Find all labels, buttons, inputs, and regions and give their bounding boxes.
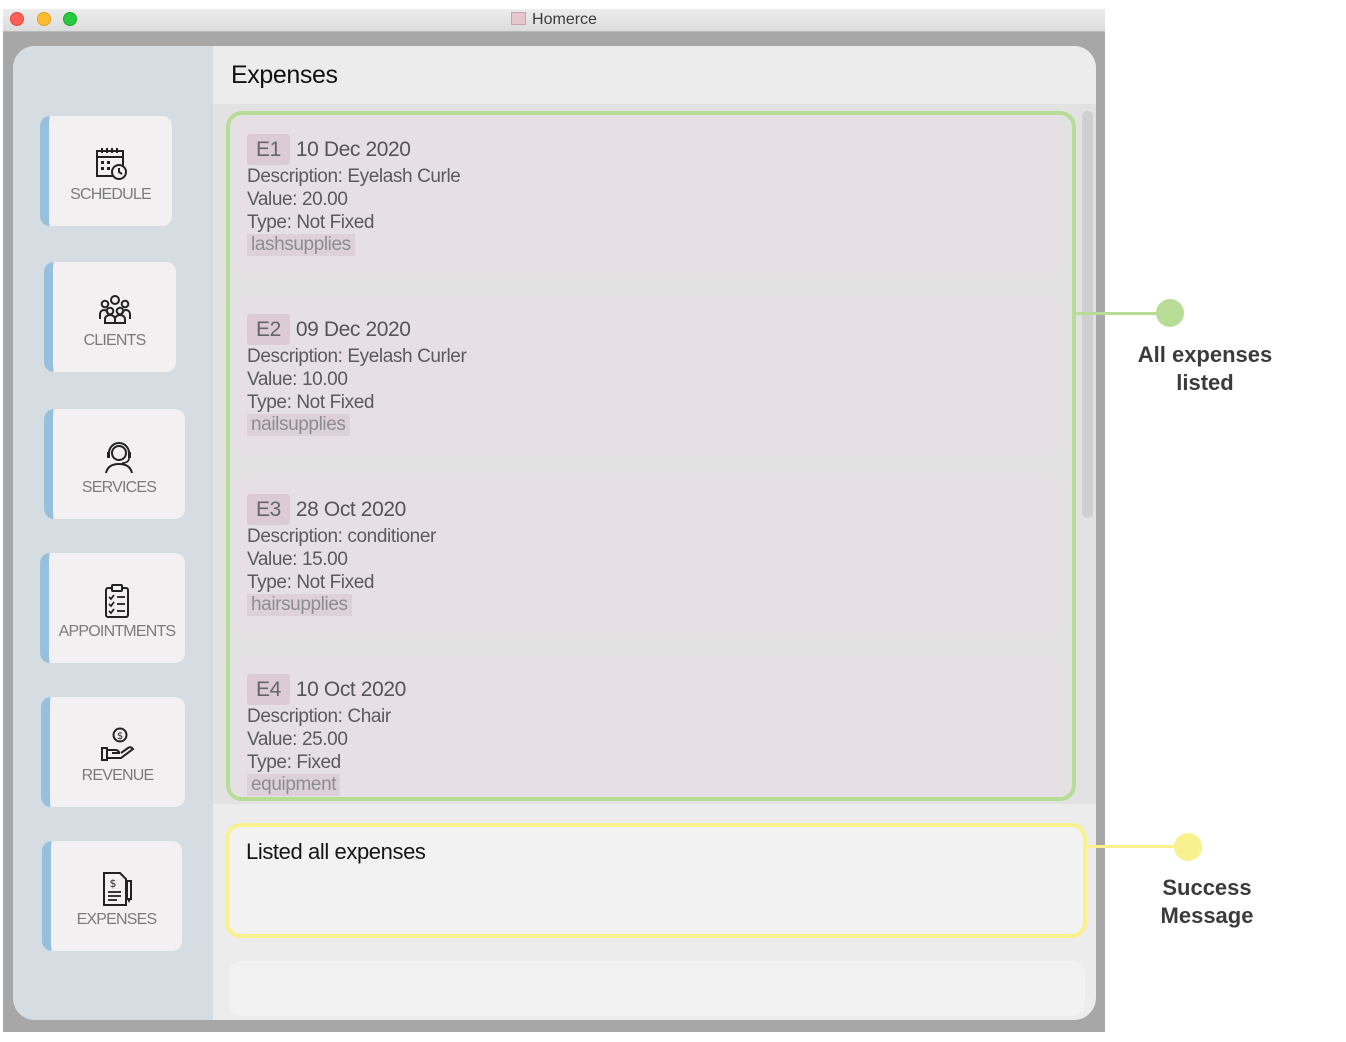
result-message: Listed all expenses (246, 839, 426, 864)
annotation-dot (1174, 833, 1202, 861)
clipboard-checklist-icon (105, 584, 129, 618)
expense-value: Value: 25.00 (247, 729, 348, 750)
expense-tag: equipment (247, 774, 341, 796)
sidebar-item-clients[interactable]: CLIENTS (44, 262, 176, 372)
people-group-icon (98, 295, 131, 324)
expense-list[interactable]: E1 10 Dec 2020 Description: Eyelash Curle… (226, 111, 1076, 801)
app-icon (511, 12, 527, 25)
sidebar: SCHEDULE CLIENTS SERVICES APPOINTMENTS $… (13, 46, 213, 1020)
calendar-clock-icon (95, 148, 127, 180)
expense-id: E3 (247, 494, 290, 525)
expense-value: Value: 20.00 (247, 189, 348, 210)
sidebar-item-label: SERVICES (81, 479, 157, 496)
sidebar-item-schedule[interactable]: SCHEDULE (40, 116, 172, 226)
expense-card[interactable]: E3 28 Oct 2020 Description: conditioner V… (232, 476, 1060, 635)
expense-id: E2 (247, 314, 290, 345)
expense-type: Type: Not Fixed (247, 212, 375, 233)
expense-description: Description: conditioner (247, 526, 436, 547)
expense-date: 10 Oct 2020 (295, 678, 406, 701)
expense-id: E1 (247, 134, 290, 165)
headset-agent-icon (105, 442, 133, 474)
sidebar-item-label: CLIENTS (83, 332, 147, 349)
annotation-label: Success Message (1160, 875, 1254, 928)
sidebar-item-revenue[interactable]: $ REVENUE (41, 697, 185, 807)
expense-date: 28 Oct 2020 (295, 498, 406, 521)
expense-tag: hairsupplies (247, 594, 352, 616)
sidebar-item-label: REVENUE (81, 767, 155, 784)
sidebar-item-services[interactable]: SERVICES (44, 409, 185, 519)
annotation-connector (1085, 845, 1188, 848)
page-title: Expenses (231, 61, 338, 89)
expense-card[interactable]: E2 09 Dec 2020 Description: Eyelash Curle… (232, 296, 1060, 455)
expense-date: 09 Dec 2020 (295, 318, 411, 341)
expense-list-panel[interactable]: E1 10 Dec 2020 Description: Eyelash Curle… (213, 104, 1096, 804)
expense-card[interactable]: E4 10 Oct 2020 Description: Chair Value: … (232, 656, 1060, 797)
sidebar-item-label: EXPENSES (76, 911, 158, 928)
expense-value: Value: 10.00 (247, 369, 348, 390)
expense-tag: lashsupplies (247, 234, 355, 256)
annotation-dot (1156, 299, 1184, 327)
expense-description: Description: Eyelash Curle (247, 166, 461, 187)
command-input[interactable] (229, 961, 1085, 1016)
window-title: Homerce (532, 11, 597, 28)
expense-date: 10 Dec 2020 (295, 138, 411, 161)
title-bar: Homerce (3, 9, 1105, 32)
expense-type: Type: Not Fixed (247, 392, 375, 413)
expense-description: Description: Eyelash Curler (247, 346, 467, 367)
app-content: SCHEDULE CLIENTS SERVICES APPOINTMENTS $… (13, 46, 1096, 1020)
document-dollar-icon: $ (102, 872, 132, 906)
expense-id: E4 (247, 674, 290, 705)
expense-type: Type: Not Fixed (247, 572, 375, 593)
expense-value: Value: 15.00 (247, 549, 348, 570)
svg-text:$: $ (109, 877, 116, 890)
sidebar-item-label: APPOINTMENTS (58, 623, 176, 640)
app-window: Homerce SCHEDULE CLIENTS SERVICES APPOIN… (3, 9, 1105, 1032)
page-header: Expenses (213, 46, 1096, 104)
annotation-label: All expenses listed (1137, 342, 1273, 395)
sidebar-item-expenses[interactable]: $ EXPENSES (42, 841, 182, 951)
result-display: Listed all expenses (225, 823, 1087, 938)
svg-text:$: $ (116, 731, 122, 742)
expense-card[interactable]: E1 10 Dec 2020 Description: Eyelash Curle… (232, 116, 1060, 275)
hand-coin-icon: $ (100, 727, 134, 761)
sidebar-item-label: SCHEDULE (70, 186, 152, 203)
expense-type: Type: Fixed (247, 752, 341, 773)
expense-tag: nailsupplies (247, 414, 350, 436)
sidebar-item-appointments[interactable]: APPOINTMENTS (40, 553, 185, 663)
expense-description: Description: Chair (247, 706, 391, 727)
